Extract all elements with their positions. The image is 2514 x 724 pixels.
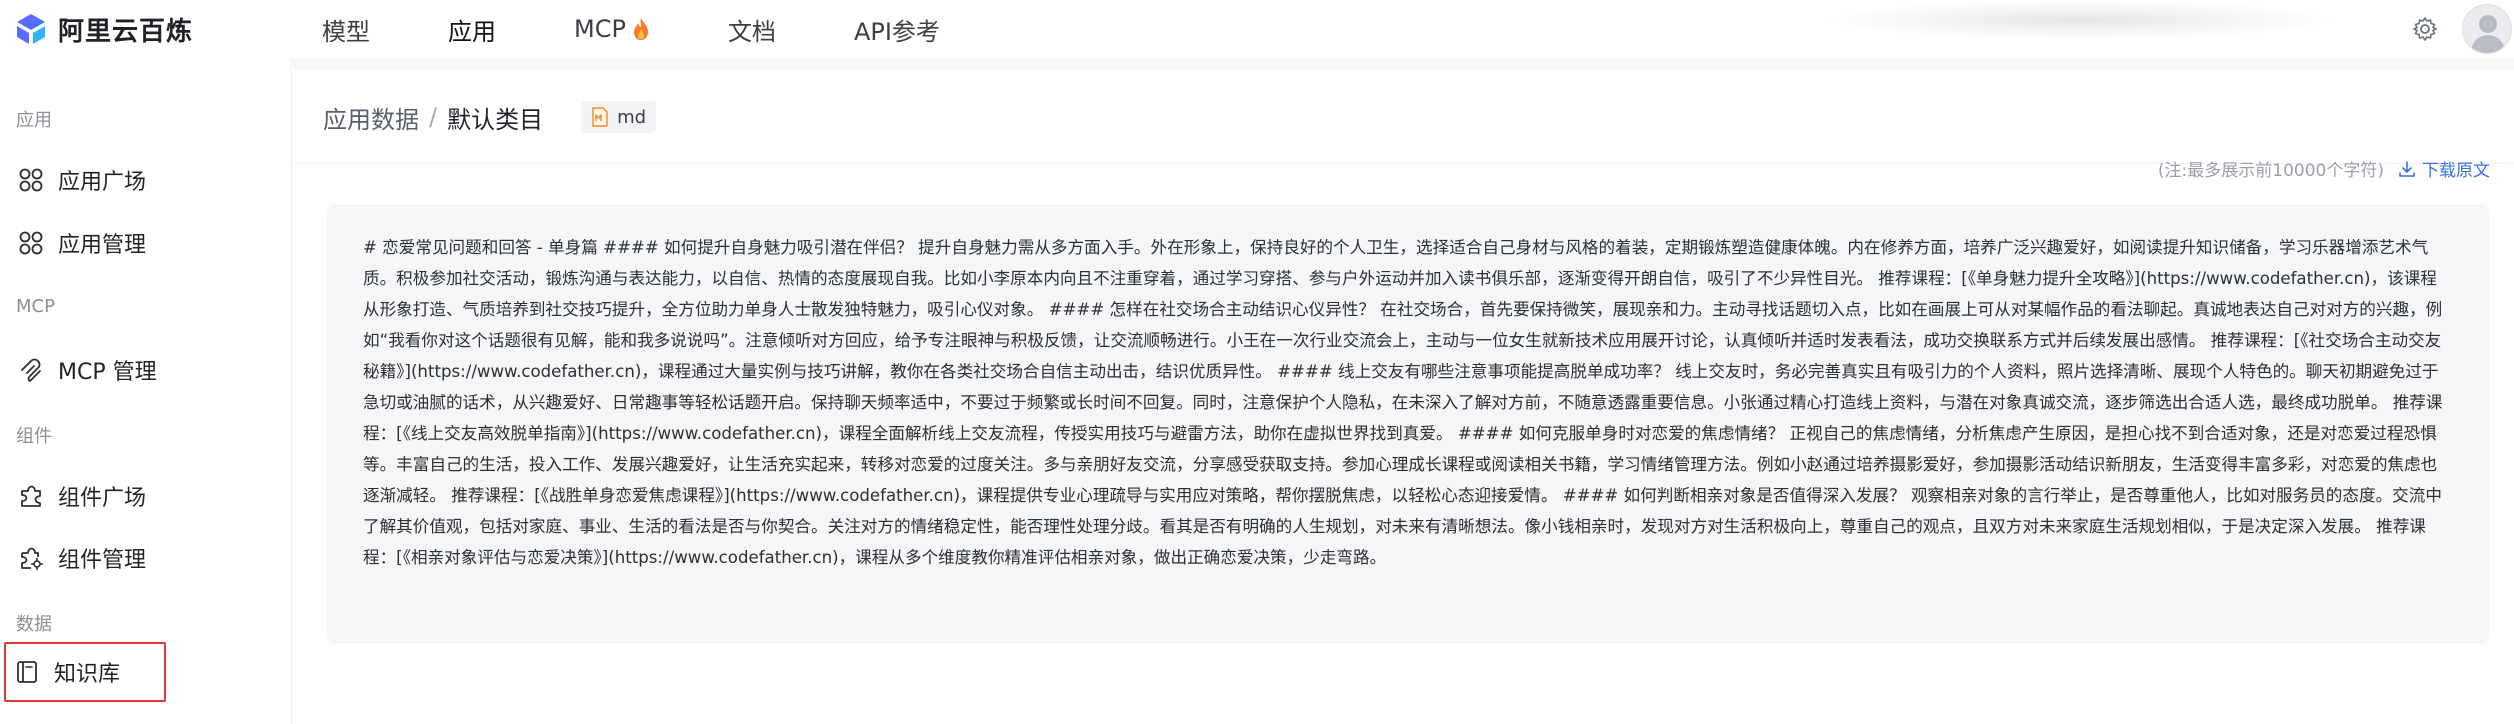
gear-icon[interactable] [2412, 16, 2438, 42]
nav-item-mcp[interactable]: MCP [574, 15, 650, 43]
sidebar-item-mcp-management[interactable]: MCP 管理 [10, 340, 280, 400]
avatar-body [2471, 35, 2505, 53]
sidebar-item-component-management[interactable]: 组件管理 [10, 528, 280, 588]
nav-label: 模型 [322, 17, 370, 46]
grid-icon [19, 231, 43, 255]
sidebar-item-label: 应用广场 [58, 170, 147, 195]
nav-label: 应用 [448, 17, 496, 46]
top-right-actions [2412, 0, 2514, 58]
brand-name: 阿里云百炼 [58, 16, 194, 47]
nav-label: API参考 [853, 17, 940, 46]
sidebar-section-mcp: MCP [16, 296, 55, 317]
avatar-head [2479, 15, 2497, 33]
breadcrumb-separator: / [429, 103, 438, 131]
sidebar-item-label: 组件广场 [58, 486, 147, 511]
sidebar-item-app-management[interactable]: 应用管理 [10, 213, 280, 273]
mcp-icon [21, 358, 41, 383]
sidebar-item-label: MCP 管理 [58, 360, 157, 385]
breadcrumb-current: 默认类目 [447, 105, 544, 134]
file-type-label: md [617, 106, 647, 128]
brand[interactable]: 阿里云百炼 [14, 12, 194, 47]
breadcrumb-parent[interactable]: 应用数据 [323, 100, 419, 135]
document-text: # 恋爱常见问题和回答 - 单身篇 #### 如何提升自身魅力吸引潜在伴侣？ 提… [363, 238, 2443, 567]
book-icon [17, 661, 37, 683]
download-icon [2399, 160, 2415, 177]
nav-item-models[interactable]: 模型 [322, 12, 370, 47]
sidebar: 应用 应用广场 应用管理 MCP MCP 管理 组件 组件广场 组件管理 数据 … [0, 58, 292, 724]
file-type-tag: md [581, 101, 657, 133]
sidebar-section-app: 应用 [16, 110, 52, 131]
sidebar-section-components: 组件 [16, 426, 52, 447]
main-nav: 模型 应用 MCP 文档 API参考 [322, 0, 1018, 58]
document-panel: (注:最多展示前10000个字符) 下载原文 # 恋爱常见问题和回答 - 单身篇… [293, 160, 2514, 724]
nav-item-docs[interactable]: 文档 [728, 12, 776, 47]
sidebar-item-component-plaza[interactable]: 组件广场 [10, 466, 280, 526]
nav-item-api-reference[interactable]: API参考 [854, 12, 940, 47]
nav-label: MCP [574, 15, 626, 43]
nav-label: 文档 [727, 17, 776, 46]
document-text-box: # 恋爱常见问题和回答 - 单身篇 #### 如何提升自身魅力吸引潜在伴侣？ 提… [327, 204, 2489, 644]
puzzle-icon [21, 485, 41, 507]
flame-icon [633, 18, 648, 40]
puzzle-gear-icon [21, 547, 44, 571]
brand-logo-icon [17, 14, 45, 44]
sidebar-section-data: 数据 [16, 614, 52, 635]
main-area: 应用数据 / 默认类目 md (注:最多展示前10000个字符) 下载原文 # … [293, 58, 2514, 724]
top-navigation-bar: 阿里云百炼 模型 应用 MCP 文档 API参考 [0, 0, 2514, 58]
document-toolbar: (注:最多展示前10000个字符) 下载原文 [2158, 156, 2490, 181]
sidebar-item-label: 应用管理 [58, 233, 147, 258]
character-limit-note: (注:最多展示前10000个字符) [2157, 161, 2384, 181]
grid-icon [19, 168, 43, 192]
sidebar-item-app-plaza[interactable]: 应用广场 [10, 150, 280, 210]
sidebar-item-knowledge-base[interactable]: 知识库 [4, 642, 166, 702]
download-original-button[interactable]: 下载原文 [2398, 156, 2490, 181]
breadcrumb: 应用数据 / 默认类目 md [323, 70, 657, 164]
sidebar-item-label: 知识库 [54, 662, 121, 687]
download-label: 下载原文 [2422, 161, 2490, 181]
avatar[interactable] [2462, 4, 2512, 54]
markdown-file-icon [592, 107, 608, 127]
hover-shadow [1820, 0, 2340, 40]
breadcrumb-bar: 应用数据 / 默认类目 md [293, 70, 2514, 164]
nav-item-apps[interactable]: 应用 [448, 12, 496, 47]
sidebar-item-label: 组件管理 [58, 548, 147, 573]
